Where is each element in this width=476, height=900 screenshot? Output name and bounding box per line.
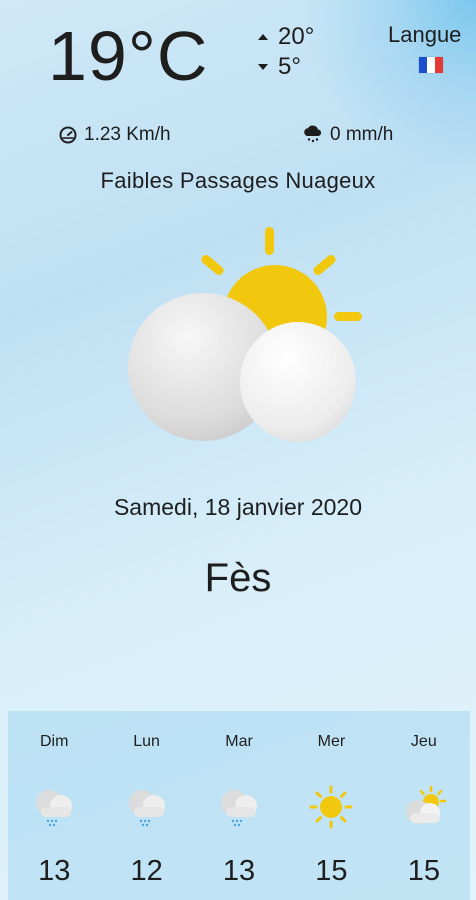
arrow-down-icon [258, 64, 268, 70]
wind-speed: 1.23 Km/h [84, 124, 171, 145]
forecast-day-name: Jeu [410, 733, 437, 750]
forecast-strip: Dim 13 Lun 12 Mar 13 Mer 15 Jeu 15 [8, 711, 470, 900]
min-temperature: 5° [278, 53, 301, 80]
arrow-up-icon [258, 34, 268, 40]
forecast-temperature: 15 [407, 855, 440, 887]
forecast-day-name: Lun [133, 733, 160, 750]
forecast-day[interactable]: Lun 12 [100, 711, 192, 900]
current-date: Samedi, 18 janvier 2020 [113, 494, 363, 520]
rain-amount: 0 mm/h [330, 124, 394, 145]
min-max-temperatures: 20° 5° [258, 22, 314, 82]
forecast-day-name: Mer [317, 733, 346, 750]
sun-icon [309, 785, 353, 829]
rain-stat: 0 mm/h [302, 124, 393, 146]
sun-behind-cloud-icon [405, 785, 447, 824]
forecast-temperature: 13 [222, 855, 256, 887]
rain-cloud-icon [221, 790, 258, 827]
forecast-day-name: Dim [39, 733, 69, 750]
current-temperature: 19°C [48, 17, 209, 95]
forecast-temperature: 15 [315, 855, 348, 887]
weather-description: Faibles Passages Nuageux [100, 168, 376, 193]
wind-stat: 1.23 Km/h [58, 124, 171, 146]
forecast-temperature: 12 [130, 855, 163, 887]
city-name: Fès [204, 556, 272, 600]
max-temperature: 20° [278, 23, 315, 50]
gauge-icon [59, 126, 77, 144]
sun-behind-cloud-icon [128, 227, 362, 442]
forecast-day[interactable]: Dim 13 [8, 711, 100, 900]
max-temperature-row: 20° [258, 22, 314, 52]
forecast-day-name: Mar [225, 733, 253, 750]
rain-cloud-icon [128, 790, 165, 827]
min-temperature-row: 5° [258, 52, 314, 82]
rain-cloud-icon [36, 790, 73, 827]
rain-cloud-icon [304, 125, 322, 143]
forecast-day[interactable]: Jeu 15 [378, 711, 470, 900]
forecast-temperature: 13 [38, 855, 71, 887]
language-selector[interactable]: Langue [388, 22, 476, 73]
language-label: Langue [388, 22, 462, 47]
forecast-day[interactable]: Mer 15 [285, 711, 377, 900]
forecast-day[interactable]: Mar 13 [193, 711, 285, 900]
france-flag-icon[interactable] [419, 57, 443, 73]
